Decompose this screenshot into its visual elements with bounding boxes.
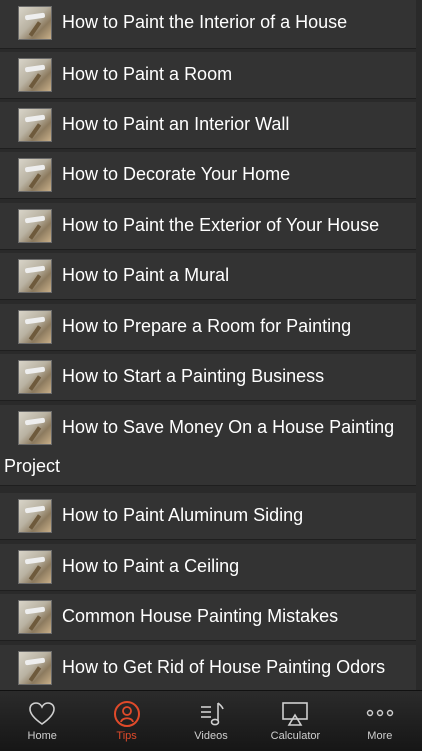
list-item[interactable]: How to Paint a Mural [0,253,416,300]
tab-bar: Home Tips Videos Calculator More [0,690,422,751]
painting-thumbnail [18,411,52,445]
tab-tips-label: Tips [116,730,137,742]
tab-home-label: Home [27,730,57,742]
tips-list: How to Paint the Interior of a House How… [0,0,422,690]
painting-thumbnail [18,158,52,192]
list-item[interactable]: How to Paint Aluminum Siding [0,493,416,540]
list-item-label: How to Get Rid of House Painting Odors [62,657,386,677]
list-item[interactable]: How to Paint the Exterior of Your House [0,203,416,250]
tab-home[interactable]: Home [0,691,84,751]
list-item-label: How to Paint the Exterior of Your House [62,215,380,235]
list-item-label: How to Paint the Interior of a House [62,12,348,32]
list-item[interactable]: How to Paint a Room [0,52,416,99]
painting-thumbnail [18,310,52,344]
tab-more[interactable]: More [338,691,422,751]
painting-thumbnail [18,600,52,634]
painting-thumbnail [18,259,52,293]
painting-thumbnail [18,209,52,243]
list-item-label: Common House Painting Mistakes [62,606,339,626]
list-item[interactable]: How to Decorate Your Home [0,152,416,199]
painting-thumbnail [18,108,52,142]
tab-calculator[interactable]: Calculator [253,691,337,751]
list-item[interactable]: How to Get Rid of House Painting Odors [0,645,416,690]
tab-tips[interactable]: Tips [84,691,168,751]
list-item-label: How to Paint a Room [62,64,233,84]
painting-thumbnail [18,550,52,584]
list-item[interactable]: How to Paint the Interior of a House [0,0,416,49]
music-note-icon [201,702,224,726]
painting-thumbnail [18,651,52,685]
tab-videos[interactable]: Videos [169,691,253,751]
list-item[interactable]: How to Paint a Ceiling [0,544,416,591]
person-icon [113,701,140,727]
tab-videos-label: Videos [194,730,228,742]
list-item-label-continuation: Project [4,456,61,476]
heart-icon [29,702,56,725]
airplay-icon [282,702,309,726]
list-item-label: How to Paint a Mural [62,265,230,285]
tab-more-label: More [367,730,393,742]
list-item-label: How to Save Money On a House Painting [62,417,395,437]
list-item-label: How to Paint an Interior Wall [62,114,290,134]
list-item[interactable]: How to Prepare a Room for Painting [0,304,416,351]
painting-thumbnail [18,360,52,394]
list-item[interactable]: How to Paint an Interior Wall [0,102,416,149]
list-item-label: How to Start a Painting Business [62,366,325,386]
list-item-label: How to Decorate Your Home [62,164,291,184]
list-item-label: How to Paint Aluminum Siding [62,505,304,525]
list-item[interactable]: Common House Painting Mistakes [0,594,416,641]
list-item-label: How to Paint a Ceiling [62,556,240,576]
list-item[interactable]: How to Start a Painting Business [0,354,416,401]
more-dots-icon [366,709,394,717]
tab-calculator-label: Calculator [270,730,321,742]
painting-thumbnail [18,499,52,533]
list-item[interactable]: How to Save Money On a House Painting Pr… [0,405,416,486]
painting-thumbnail [18,6,52,40]
painting-thumbnail [18,58,52,92]
list-item-label: How to Prepare a Room for Painting [62,316,352,336]
